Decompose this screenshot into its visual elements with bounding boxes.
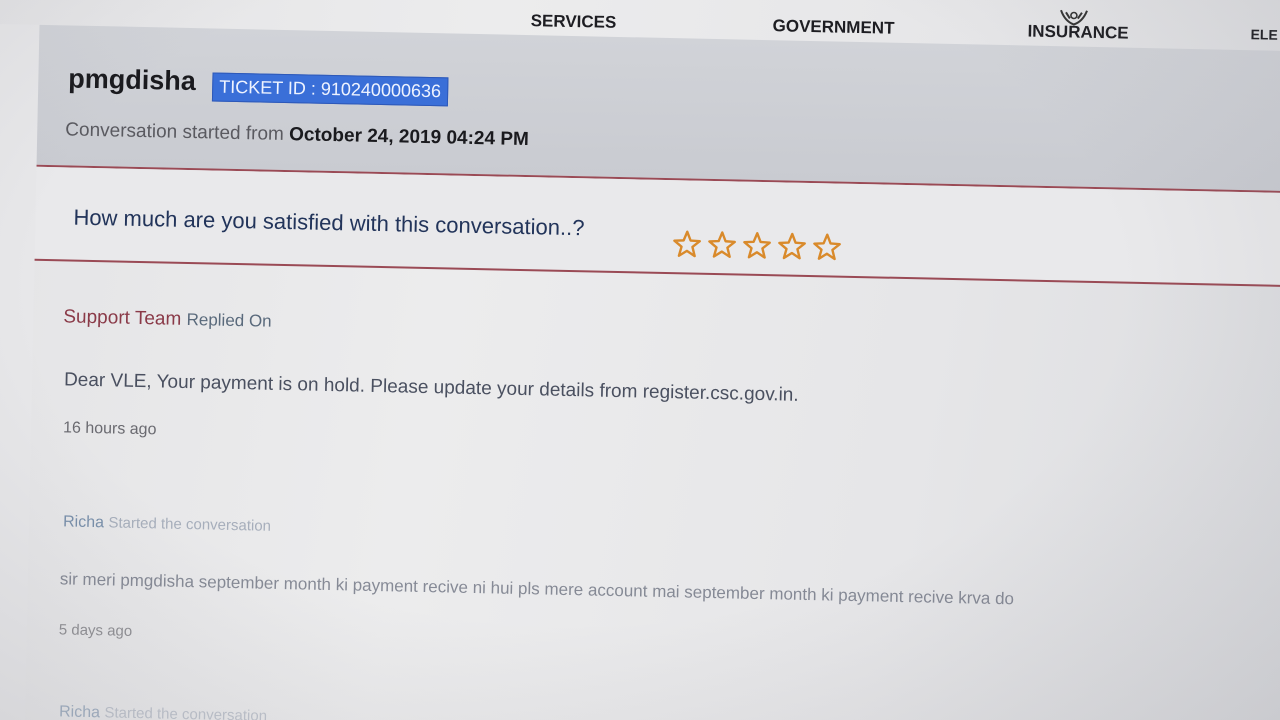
author-name: Richa [58,703,101,720]
ticket-title: pmgdisha [68,63,197,97]
star-rating[interactable] [671,228,844,264]
author-action: Replied On [186,309,272,331]
message-author: Support Team Replied On [63,306,272,332]
star-icon[interactable] [811,231,844,264]
star-icon[interactable] [671,228,704,261]
page-content: SERVICES GOVERNMENT INSURANCE ELE pmgdis… [0,0,1280,720]
author-action: Started the conversation [108,514,272,535]
message-author: Richa Started the conversation [63,513,271,535]
author-action: Started the conversation [104,704,268,720]
ticket-header [36,24,1280,193]
message-time: 16 hours ago [62,419,157,439]
nav-item-electricity[interactable]: ELE [1250,26,1278,43]
message-text: Dear VLE, Your payment is on hold. Pleas… [63,369,799,406]
nav-item-insurance[interactable]: INSURANCE [1027,22,1128,44]
left-strip [0,23,40,720]
message-time: 5 days ago [58,621,133,640]
nav-item-services[interactable]: SERVICES [530,11,616,33]
message-text: sir meri pmgdisha september month ki pay… [59,569,1015,609]
star-icon[interactable] [776,230,809,263]
author-name: Support Team [63,306,182,330]
nav-item-government[interactable]: GOVERNMENT [772,16,894,39]
star-icon[interactable] [706,229,739,262]
ticket-id-badge: TICKET ID : 910240000636 [211,72,449,107]
star-icon[interactable] [741,230,774,263]
started-date: October 24, 2019 04:24 PM [288,124,530,151]
message-author: Richa Started the conversation [59,703,267,720]
started-prefix: Conversation started from [65,119,285,145]
author-name: Richa [62,513,105,532]
screen: SERVICES GOVERNMENT INSURANCE ELE pmgdis… [0,0,1280,720]
